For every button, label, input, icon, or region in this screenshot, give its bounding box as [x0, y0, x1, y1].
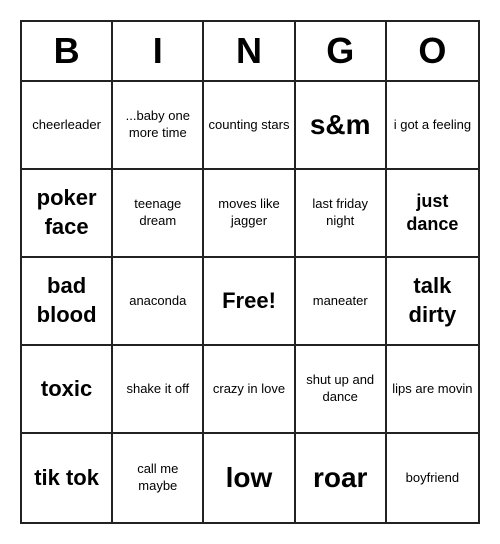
- bingo-cell-16: shake it off: [113, 346, 204, 434]
- bingo-cell-2: counting stars: [204, 82, 295, 170]
- bingo-cell-6: teenage dream: [113, 170, 204, 258]
- bingo-cell-0: cheerleader: [22, 82, 113, 170]
- bingo-cell-19: lips are movin: [387, 346, 478, 434]
- bingo-cell-18: shut up and dance: [296, 346, 387, 434]
- bingo-grid: cheerleader...baby one more timecounting…: [22, 82, 478, 522]
- bingo-cell-14: talk dirty: [387, 258, 478, 346]
- bingo-cell-23: roar: [296, 434, 387, 522]
- bingo-cell-9: just dance: [387, 170, 478, 258]
- bingo-letter-n: N: [204, 22, 295, 80]
- bingo-cell-22: low: [204, 434, 295, 522]
- bingo-card: BINGO cheerleader...baby one more timeco…: [20, 20, 480, 524]
- bingo-cell-5: poker face: [22, 170, 113, 258]
- bingo-cell-24: boyfriend: [387, 434, 478, 522]
- bingo-cell-15: toxic: [22, 346, 113, 434]
- bingo-cell-8: last friday night: [296, 170, 387, 258]
- bingo-cell-10: bad blood: [22, 258, 113, 346]
- bingo-cell-1: ...baby one more time: [113, 82, 204, 170]
- bingo-cell-21: call me maybe: [113, 434, 204, 522]
- bingo-letter-g: G: [296, 22, 387, 80]
- bingo-letter-o: O: [387, 22, 478, 80]
- bingo-cell-20: tik tok: [22, 434, 113, 522]
- bingo-cell-17: crazy in love: [204, 346, 295, 434]
- bingo-cell-13: maneater: [296, 258, 387, 346]
- bingo-cell-3: s&m: [296, 82, 387, 170]
- bingo-letter-i: I: [113, 22, 204, 80]
- bingo-cell-7: moves like jagger: [204, 170, 295, 258]
- bingo-cell-11: anaconda: [113, 258, 204, 346]
- bingo-letter-b: B: [22, 22, 113, 80]
- bingo-header: BINGO: [22, 22, 478, 82]
- bingo-cell-4: i got a feeling: [387, 82, 478, 170]
- bingo-cell-12: Free!: [204, 258, 295, 346]
